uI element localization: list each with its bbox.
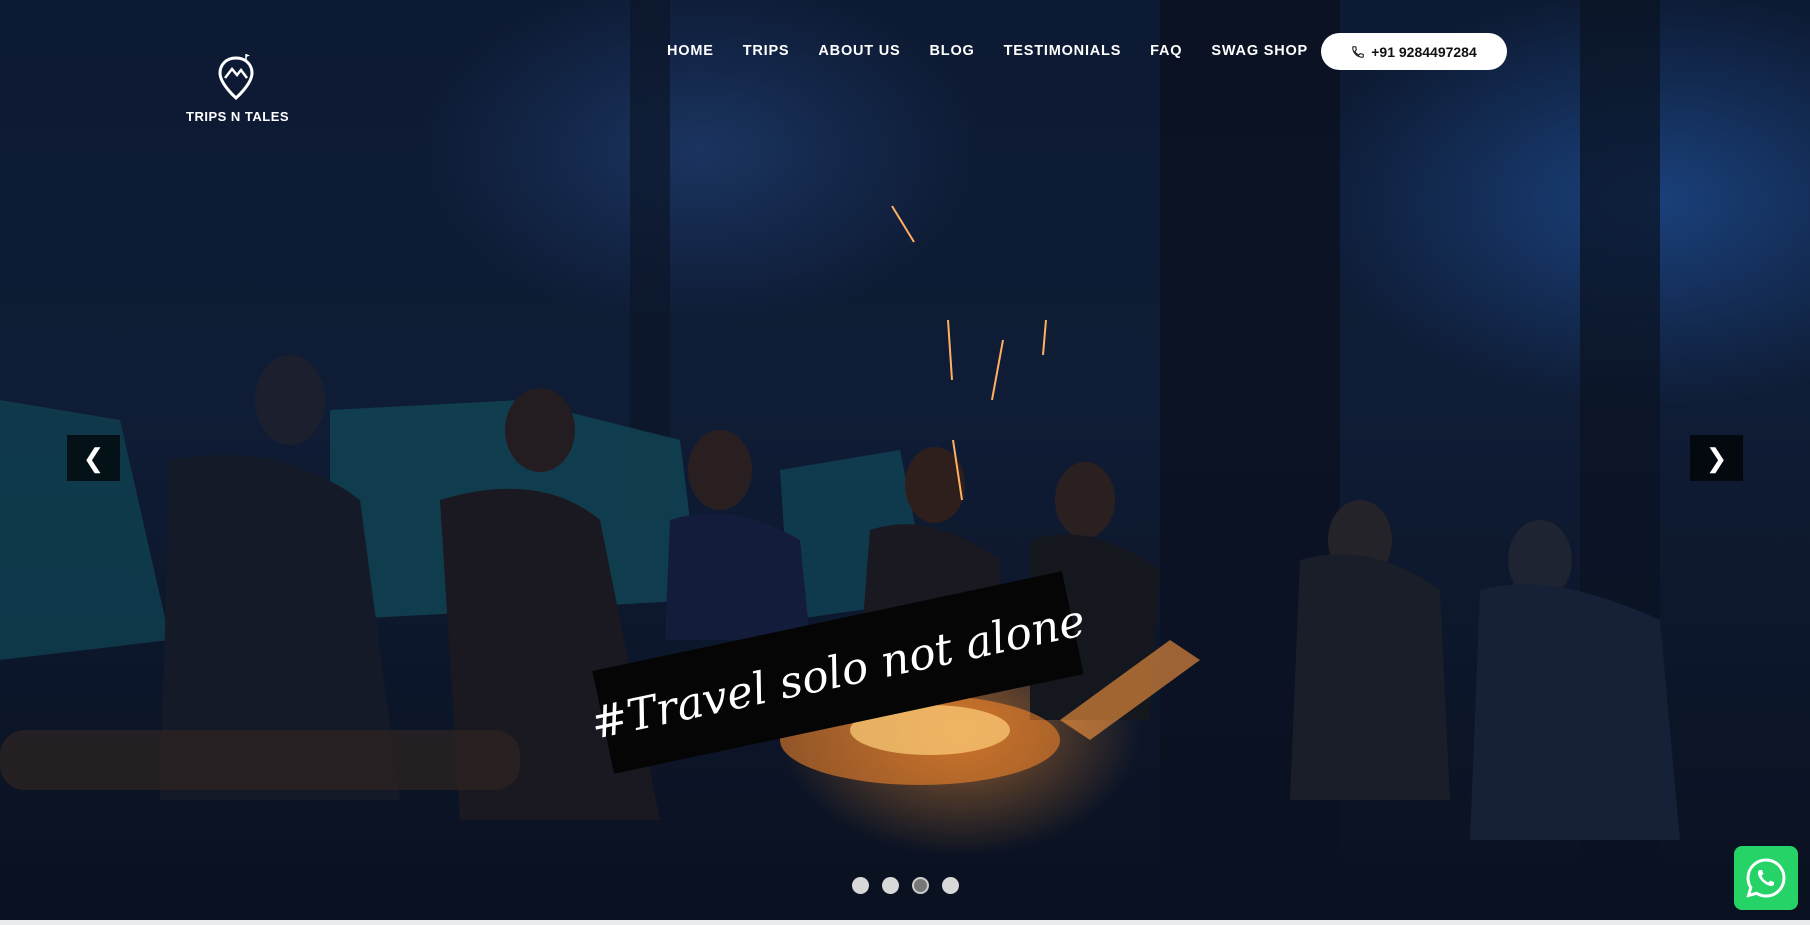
nav-home[interactable]: HOME [667, 40, 714, 62]
slider-dot-3[interactable] [912, 877, 929, 894]
logo-text: TRIPS N TALES [186, 109, 290, 124]
chevron-left-icon: ❮ [82, 442, 105, 473]
whatsapp-icon [1746, 858, 1786, 898]
nav-about-us[interactable]: ABOUT US [818, 40, 900, 62]
main-nav: HOME TRIPS ABOUT US BLOG TESTIMONIALS FA… [667, 40, 1337, 62]
top-navbar: TRIPS N TALES HOME TRIPS ABOUT US BLOG T… [0, 0, 1810, 124]
hero-slider: TRIPS N TALES HOME TRIPS ABOUT US BLOG T… [0, 0, 1810, 920]
slider-dot-1[interactable] [852, 877, 869, 894]
phone-icon [1352, 45, 1365, 58]
nav-testimonials[interactable]: TESTIMONIALS [1004, 40, 1122, 62]
page-bottom-strip [0, 920, 1810, 925]
whatsapp-button[interactable] [1734, 846, 1798, 910]
nav-faq[interactable]: FAQ [1150, 40, 1182, 62]
slider-next-button[interactable]: ❯ [1690, 435, 1743, 481]
slider-dot-4[interactable] [942, 877, 959, 894]
map-pin-mountain-icon [218, 54, 254, 100]
nav-swag-shop[interactable]: SWAG SHOP [1211, 40, 1308, 62]
phone-button[interactable]: +91 9284497284 [1321, 33, 1507, 70]
slider-dot-2[interactable] [882, 877, 899, 894]
nav-blog[interactable]: BLOG [930, 40, 975, 62]
slider-prev-button[interactable]: ❮ [67, 435, 120, 481]
slider-dots [852, 877, 959, 894]
phone-number: +91 9284497284 [1371, 43, 1477, 60]
site-logo[interactable]: TRIPS N TALES [186, 52, 290, 124]
nav-trips[interactable]: TRIPS [743, 40, 790, 62]
hero-background-image [0, 0, 1680, 920]
chevron-right-icon: ❯ [1705, 442, 1728, 473]
